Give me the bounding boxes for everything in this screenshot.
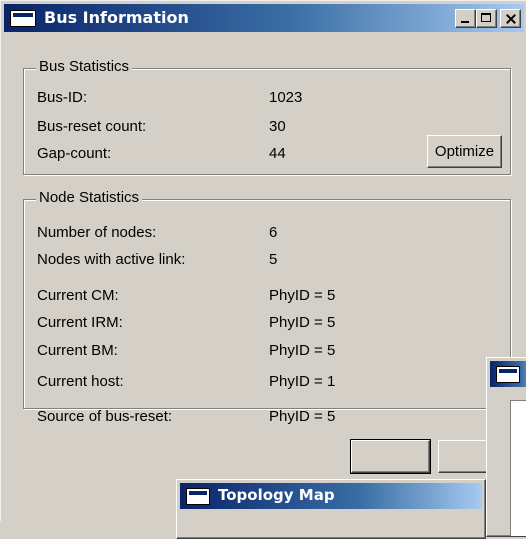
active-link-nodes-label: Nodes with active link: <box>37 251 186 268</box>
topology-map-icon <box>186 488 210 505</box>
current-irm-label: Current IRM: <box>37 314 123 331</box>
bus-id-label: Bus-ID: <box>37 89 88 106</box>
bus-information-window: Bus Information Bus Statistics Bus-ID: 1… <box>0 0 526 521</box>
refresh-button[interactable] <box>350 439 431 474</box>
minimize-icon[interactable] <box>455 9 476 28</box>
optimize-button[interactable]: Optimize <box>427 135 502 168</box>
bus-reset-count-label: Bus-reset count: <box>37 118 147 135</box>
current-host-value: PhyID = 1 <box>269 373 336 390</box>
bus-reset-count-value: 30 <box>269 118 286 135</box>
bus-id-value: 1023 <box>269 89 303 106</box>
child-window-icon <box>496 366 520 383</box>
current-cm-value: PhyID = 5 <box>269 287 336 304</box>
number-of-nodes-label: Number of nodes: <box>37 224 157 241</box>
bus-statistics-legend: Bus Statistics <box>36 58 133 75</box>
bus-statistics-group: Bus Statistics Bus-ID: 1023 Bus-reset co… <box>23 58 511 175</box>
source-of-bus-reset-value: PhyID = 5 <box>269 408 336 425</box>
background-child-title-bar[interactable] <box>490 361 526 387</box>
node-statistics-group: Node Statistics Number of nodes: 6 Nodes… <box>23 189 511 425</box>
current-irm-value: PhyID = 5 <box>269 314 336 331</box>
current-host-label: Current host: <box>37 373 124 390</box>
close-icon[interactable] <box>500 9 521 28</box>
title-bar[interactable]: Bus Information <box>4 4 524 32</box>
source-of-bus-reset-label: Source of bus-reset: <box>37 408 173 425</box>
maximize-icon[interactable] <box>476 9 497 28</box>
background-child-window[interactable] <box>486 357 526 537</box>
topology-map-title-bar[interactable]: Topology Map <box>180 483 482 509</box>
gap-count-value: 44 <box>269 145 286 162</box>
current-bm-label: Current BM: <box>37 342 118 359</box>
topology-map-window[interactable]: Topology Map <box>176 479 486 539</box>
current-cm-label: Current CM: <box>37 287 119 304</box>
active-link-nodes-value: 5 <box>269 251 278 268</box>
background-child-client-area <box>510 400 526 536</box>
node-statistics-legend: Node Statistics <box>36 189 143 206</box>
window-app-icon[interactable] <box>10 10 36 27</box>
topology-map-title: Topology Map <box>218 486 335 504</box>
window-title: Bus Information <box>44 8 189 27</box>
current-bm-value: PhyID = 5 <box>269 342 336 359</box>
number-of-nodes-value: 6 <box>269 224 278 241</box>
gap-count-label: Gap-count: <box>37 145 112 162</box>
